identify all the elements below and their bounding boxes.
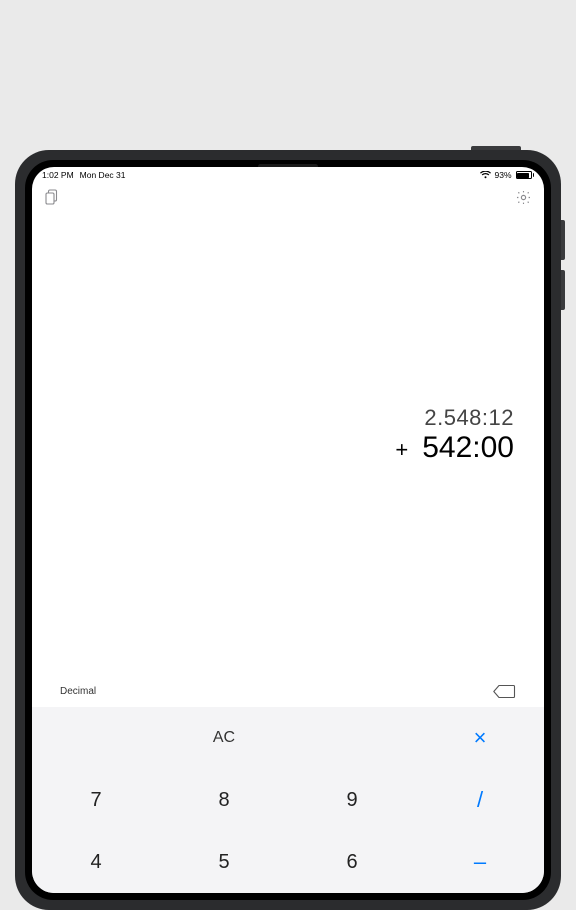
display-operator: +: [395, 437, 408, 463]
mode-row: Decimal: [32, 678, 544, 707]
device-side-button: [561, 270, 565, 310]
toolbar: [32, 183, 544, 211]
keypad: AC × 7 8 9 / 4 5 6 –: [32, 707, 544, 893]
display-current-row: + 542:00: [395, 431, 514, 465]
status-bar: 1:02 PM Mon Dec 31 93%: [32, 167, 544, 183]
device-top-button: [471, 146, 521, 150]
key-ac[interactable]: AC: [32, 707, 416, 769]
key-multiply[interactable]: ×: [416, 707, 544, 769]
key-4[interactable]: 4: [32, 831, 160, 893]
device-side-button: [561, 220, 565, 260]
gear-icon[interactable]: [515, 189, 532, 206]
copy-icon[interactable]: [44, 189, 59, 206]
key-divide[interactable]: /: [416, 769, 544, 831]
status-time: 1:02 PM: [42, 170, 74, 180]
display-previous: 2.548:12: [424, 405, 514, 431]
display-current: 542:00: [422, 431, 514, 465]
wifi-icon: [480, 171, 490, 179]
backspace-icon[interactable]: [492, 684, 516, 699]
key-5[interactable]: 5: [160, 831, 288, 893]
status-date: Mon Dec 31: [80, 170, 126, 180]
ipad-frame: 1:02 PM Mon Dec 31 93%: [15, 150, 561, 910]
key-7[interactable]: 7: [32, 769, 160, 831]
key-6[interactable]: 6: [288, 831, 416, 893]
battery-icon: [516, 171, 535, 179]
mode-label[interactable]: Decimal: [60, 686, 96, 697]
key-9[interactable]: 9: [288, 769, 416, 831]
key-minus[interactable]: –: [416, 831, 544, 893]
key-8[interactable]: 8: [160, 769, 288, 831]
status-battery-pct: 93%: [494, 170, 511, 180]
calc-display: 2.548:12 + 542:00: [32, 211, 544, 678]
